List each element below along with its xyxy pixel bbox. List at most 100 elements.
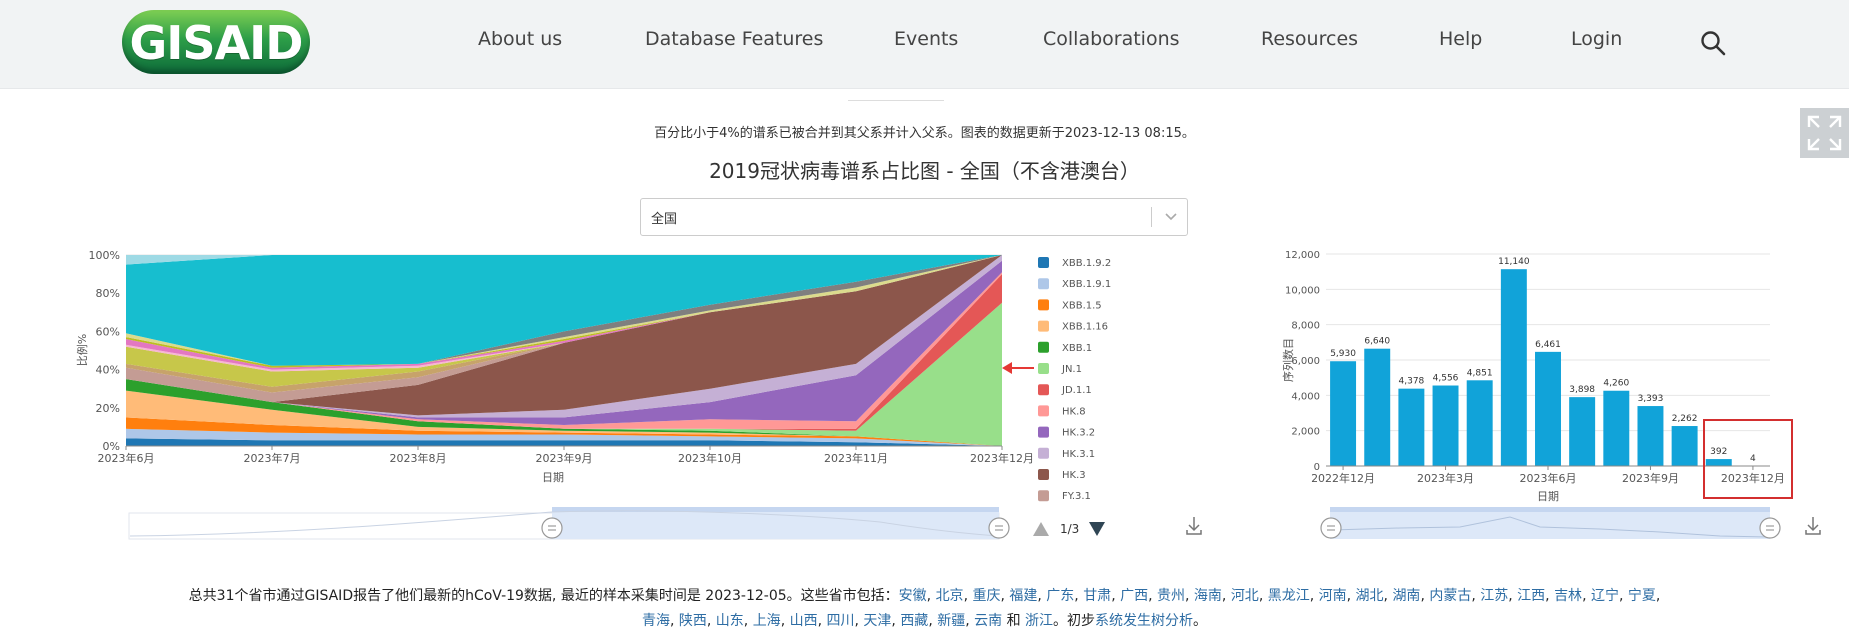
province-link[interactable]: 内蒙古 — [1429, 588, 1471, 604]
separator: , — [1471, 588, 1481, 604]
separator: , — [1037, 588, 1047, 604]
province-link[interactable]: 新疆 — [937, 613, 965, 629]
bar-value-label: 392 — [1710, 447, 1727, 457]
separator: , — [928, 613, 938, 629]
bar-item[interactable]: 4,851 — [1466, 368, 1493, 466]
footer-line-1: 总共31个省市通过GISAID报告了他们最新的hCoV-19数据, 最近的样本采… — [0, 584, 1849, 609]
separator: , — [817, 613, 827, 629]
bar-item[interactable]: 6,640 — [1364, 337, 1390, 466]
province-link[interactable]: 广东 — [1046, 588, 1074, 604]
separator: , — [1420, 588, 1430, 604]
bar-value-label: 4,378 — [1399, 377, 1425, 387]
bar-item[interactable]: 4,260 — [1603, 379, 1629, 466]
province-link[interactable]: 河北 — [1231, 588, 1259, 604]
footer-tail: 。初步 — [1053, 613, 1096, 629]
bar-y-tick-label: 2,000 — [1291, 427, 1320, 438]
province-link[interactable]: 湖南 — [1392, 588, 1420, 604]
bar-item[interactable]: 3,898 — [1569, 385, 1595, 466]
province-link[interactable]: 江西 — [1517, 588, 1545, 604]
bar — [1330, 361, 1357, 466]
province-link[interactable]: 青海 — [642, 613, 670, 629]
bar-y-tick-label: 10,000 — [1285, 285, 1320, 296]
bar-value-label: 3,898 — [1569, 385, 1595, 395]
bar-value-label: 6,640 — [1364, 337, 1390, 347]
bar-item[interactable]: 3,393 — [1637, 394, 1664, 466]
province-link[interactable]: 北京 — [936, 588, 964, 604]
bar — [1466, 380, 1493, 466]
phylogeny-link[interactable]: 系统发生树分析 — [1095, 613, 1193, 629]
province-link[interactable]: 四川 — [827, 613, 855, 629]
bar-slider-handle-left[interactable] — [1320, 517, 1342, 539]
separator: , — [1148, 588, 1157, 604]
bar-item[interactable]: 11,140 — [1498, 257, 1530, 466]
sequence-bar-chart: 02,0004,0006,0008,00010,00012,000 5,9306… — [1281, 250, 1821, 539]
bar-x-tick-label: 2023年3月 — [1417, 471, 1474, 485]
bar-value-label: 11,140 — [1498, 257, 1530, 267]
province-links-2: 青海, 陕西, 山东, 上海, 山西, 四川, 天津, 西藏, 新疆, 云南 — [642, 613, 1002, 629]
province-link[interactable]: 天津 — [863, 613, 891, 629]
separator: , — [1508, 588, 1518, 604]
province-link[interactable]: 湖北 — [1356, 588, 1384, 604]
province-link[interactable]: 辽宁 — [1591, 588, 1619, 604]
province-link[interactable]: 山西 — [790, 613, 818, 629]
bar-y-tick-label: 8,000 — [1291, 321, 1320, 332]
bar-y-tick-label: 4,000 — [1291, 391, 1320, 402]
bar-x-tick-label: 2022年12月 — [1311, 471, 1375, 485]
province-link[interactable]: 吉林 — [1554, 588, 1582, 604]
province-link[interactable]: 黑龙江 — [1268, 588, 1310, 604]
bar-y-tick-label: 6,000 — [1291, 356, 1320, 367]
bar-value-label: 5,930 — [1330, 349, 1356, 359]
highlight-box — [1703, 419, 1793, 499]
separator: , — [1258, 588, 1268, 604]
province-link[interactable]: 广西 — [1120, 588, 1148, 604]
bar-value-label: 2,262 — [1672, 414, 1698, 424]
province-link[interactable]: 重庆 — [972, 588, 1000, 604]
bar-item[interactable]: 4 — [1739, 454, 1766, 466]
separator: , — [1618, 588, 1628, 604]
province-link[interactable]: 江苏 — [1480, 588, 1508, 604]
province-link[interactable]: 海南 — [1194, 588, 1222, 604]
separator: , — [1346, 588, 1356, 604]
bar — [1398, 388, 1425, 466]
bar-item[interactable]: 2,262 — [1671, 414, 1698, 466]
province-link[interactable]: 宁夏 — [1628, 588, 1656, 604]
province-link[interactable]: 上海 — [753, 613, 781, 629]
bar-x-tick-label: 2023年12月 — [1721, 471, 1785, 485]
province-link[interactable]: 陕西 — [679, 613, 707, 629]
footer-and: 和 — [1006, 613, 1021, 629]
separator: , — [706, 613, 716, 629]
bar-item[interactable]: 4,378 — [1398, 377, 1425, 466]
bar — [1364, 348, 1391, 466]
separator: , — [1545, 588, 1555, 604]
bar-value-label: 3,393 — [1638, 394, 1664, 404]
bar-download-icon[interactable] — [1805, 517, 1821, 535]
bar-value-label: 4,260 — [1603, 379, 1629, 389]
bars: 5,930 6,640 4,378 4,556 4,851 11,140 6,461 3,89… — [1330, 257, 1766, 466]
bar-item[interactable]: 392 — [1705, 447, 1732, 466]
province-link[interactable]: 山东 — [716, 613, 744, 629]
province-link[interactable]: 甘肃 — [1083, 588, 1111, 604]
bar-item[interactable]: 4,556 — [1432, 374, 1459, 466]
bar-value-label: 4,556 — [1433, 374, 1459, 384]
province-link[interactable]: 贵州 — [1157, 588, 1185, 604]
bar-slider-handle-right[interactable] — [1759, 517, 1781, 539]
bar-y-label: 序列数目 — [1281, 338, 1295, 382]
province-link[interactable]: 云南 — [974, 613, 1002, 629]
province-link[interactable]: 安徽 — [899, 588, 927, 604]
province-link[interactable]: 河南 — [1319, 588, 1347, 604]
bar-range-slider[interactable] — [1320, 507, 1781, 539]
separator: , — [1309, 588, 1319, 604]
province-link[interactable]: 浙江 — [1025, 613, 1053, 629]
footer-prefix: 总共31个省市通过GISAID报告了他们最新的hCoV-19数据, 最近的样本采… — [188, 588, 899, 604]
bar — [1671, 426, 1698, 466]
bar-item[interactable]: 5,930 — [1330, 349, 1356, 466]
separator: , — [965, 613, 975, 629]
province-link[interactable]: 福建 — [1009, 588, 1037, 604]
province-link[interactable]: 西藏 — [900, 613, 928, 629]
bar-item[interactable]: 6,461 — [1535, 340, 1561, 466]
bar-value-label: 4 — [1750, 454, 1756, 464]
bar — [1569, 397, 1596, 466]
bar — [1535, 351, 1561, 466]
separator: , — [1655, 588, 1661, 604]
bar — [1705, 459, 1732, 466]
